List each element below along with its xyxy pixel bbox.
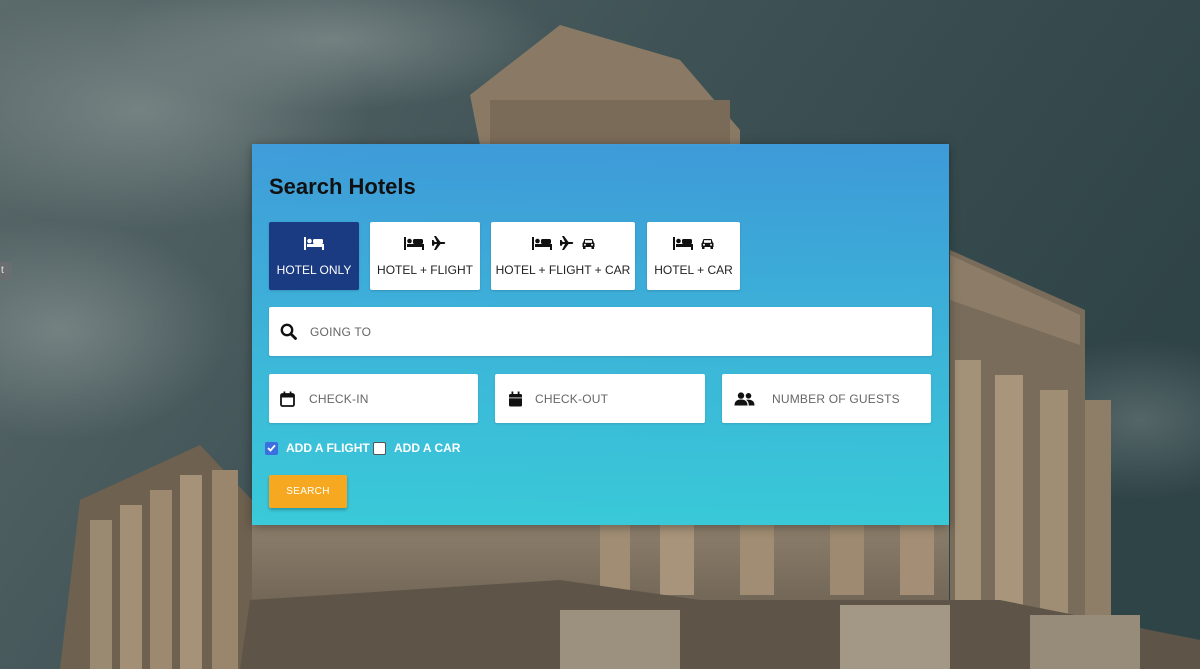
plane-icon bbox=[432, 236, 446, 250]
side-tab[interactable]: t bbox=[0, 262, 12, 280]
bed-icon bbox=[304, 236, 324, 250]
destination-field[interactable] bbox=[269, 307, 932, 356]
add-car-label: ADD A CAR bbox=[394, 441, 461, 455]
tab-hotel-car[interactable]: HOTEL + CAR bbox=[647, 222, 740, 290]
add-flight-option[interactable]: ADD A FLIGHT bbox=[265, 441, 370, 455]
bed-icon bbox=[531, 236, 552, 250]
car-icon bbox=[582, 238, 595, 249]
check-in-field[interactable] bbox=[269, 374, 478, 423]
calendar-outline-icon bbox=[278, 390, 296, 408]
tab-label: HOTEL + FLIGHT bbox=[377, 263, 473, 277]
panel-title: Search Hotels bbox=[269, 174, 416, 199]
tab-hotel-flight[interactable]: HOTEL + FLIGHT bbox=[370, 222, 480, 290]
add-car-option[interactable]: ADD A CAR bbox=[373, 441, 460, 455]
side-tab-label: t bbox=[1, 265, 4, 276]
tab-hotel-only[interactable]: HOTEL ONLY bbox=[269, 222, 359, 290]
bed-icon bbox=[673, 236, 693, 250]
check-icon bbox=[267, 444, 276, 452]
check-out-input[interactable] bbox=[535, 391, 705, 406]
tab-label: HOTEL + FLIGHT + CAR bbox=[495, 263, 631, 277]
users-icon bbox=[733, 390, 755, 408]
car-icon bbox=[701, 238, 714, 249]
search-icon bbox=[279, 323, 297, 341]
search-hotels-panel: Search Hotels HOTEL ONLY HOTEL + FLIGHT bbox=[252, 144, 949, 525]
check-out-field[interactable] bbox=[495, 374, 705, 423]
calendar-filled-icon bbox=[506, 390, 524, 408]
check-in-input[interactable] bbox=[309, 391, 478, 406]
bed-icon bbox=[404, 236, 424, 250]
add-car-checkbox[interactable] bbox=[373, 441, 386, 455]
add-flight-label: ADD A FLIGHT bbox=[286, 441, 370, 455]
add-flight-checkbox[interactable] bbox=[265, 441, 278, 455]
guests-field[interactable] bbox=[722, 374, 931, 423]
tab-hotel-flight-car[interactable]: HOTEL + FLIGHT + CAR bbox=[491, 222, 635, 290]
plane-icon bbox=[559, 236, 574, 250]
destination-input[interactable] bbox=[310, 324, 932, 339]
tab-label: HOTEL + CAR bbox=[654, 263, 733, 277]
search-button[interactable]: SEARCH bbox=[269, 475, 347, 508]
tab-label: HOTEL ONLY bbox=[276, 263, 352, 277]
guests-input[interactable] bbox=[772, 391, 931, 406]
